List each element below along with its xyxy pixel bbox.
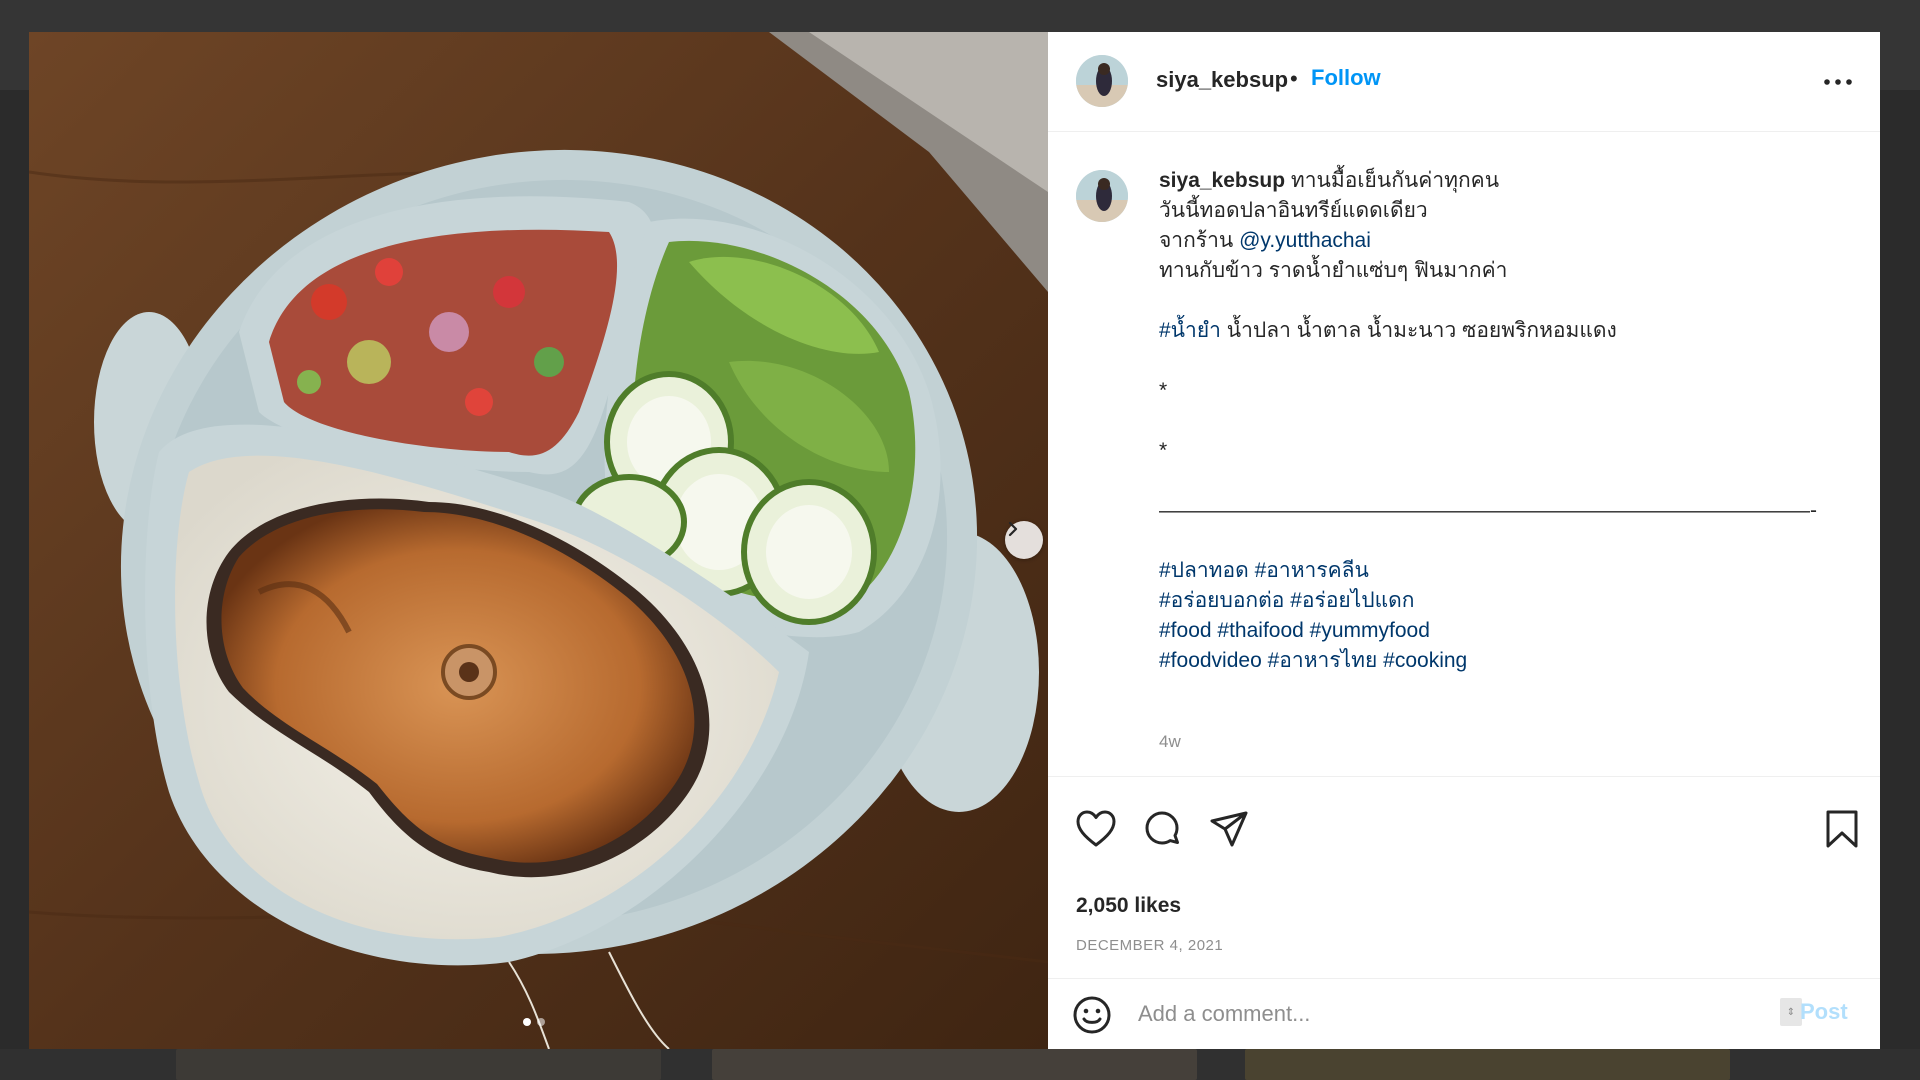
save-button[interactable] bbox=[1820, 807, 1864, 851]
post-details-panel: siya_kebsup • Follow siya_kebsup ทานมื้อ… bbox=[1048, 32, 1880, 1049]
caption-line: น้ำปลา น้ำตาล น้ำมะนาว ซอยพริกหอมแดง bbox=[1220, 319, 1617, 342]
share-button[interactable] bbox=[1207, 807, 1251, 851]
carousel-next-button[interactable] bbox=[1005, 521, 1043, 559]
post-modal: siya_kebsup • Follow siya_kebsup ทานมื้อ… bbox=[29, 32, 1880, 1049]
carousel-indicator bbox=[523, 1018, 545, 1026]
post-date: DECEMBER 4, 2021 bbox=[1076, 937, 1224, 954]
caption-divider: ———————————————————————————————- bbox=[1159, 499, 1817, 522]
header-separator: • bbox=[1290, 66, 1298, 91]
caption-scroll-area[interactable]: siya_kebsup ทานมื้อเย็นกันค่าทุกคน วันนี… bbox=[1048, 132, 1880, 775]
food-photo bbox=[29, 32, 1048, 1049]
emoji-smiley-icon bbox=[1073, 996, 1111, 1034]
caption-line: จากร้าน bbox=[1159, 229, 1240, 252]
caption-timestamp[interactable]: 4w bbox=[1159, 732, 1181, 752]
like-count[interactable]: 2,050 likes bbox=[1076, 894, 1181, 918]
caption-line: * bbox=[1159, 379, 1168, 402]
bookmark-icon bbox=[1826, 810, 1858, 848]
profile-photo bbox=[1076, 55, 1128, 107]
avatar[interactable] bbox=[1076, 170, 1128, 222]
avatar[interactable] bbox=[1076, 55, 1128, 107]
comment-button[interactable] bbox=[1140, 807, 1184, 851]
post-header: siya_kebsup • Follow bbox=[1048, 32, 1880, 132]
mention-link[interactable]: @y.yutthachai bbox=[1239, 229, 1371, 252]
hashtag-link[interactable]: #food bbox=[1159, 619, 1212, 642]
post-comment-button[interactable]: Post bbox=[1800, 999, 1848, 1025]
hashtag-link[interactable]: #thaifood bbox=[1217, 619, 1303, 642]
background-thumbnail bbox=[712, 1049, 1197, 1080]
hashtag-link[interactable]: #น้ำยำ bbox=[1159, 319, 1221, 342]
chevron-right-icon bbox=[1008, 521, 1018, 537]
background-thumbnail bbox=[1245, 1049, 1730, 1080]
comment-icon bbox=[1145, 811, 1179, 845]
background-thumbnail bbox=[176, 1049, 661, 1080]
hashtag-link[interactable]: #cooking bbox=[1383, 649, 1467, 672]
post-author-username[interactable]: siya_kebsup bbox=[1156, 67, 1288, 93]
hashtag-link[interactable]: #yummyfood bbox=[1310, 619, 1430, 642]
emoji-button[interactable] bbox=[1072, 995, 1112, 1035]
carousel-dot-active bbox=[523, 1018, 531, 1026]
like-button[interactable] bbox=[1074, 807, 1118, 851]
hashtag-link[interactable]: #ปลาทอด bbox=[1159, 559, 1249, 582]
profile-photo bbox=[1076, 170, 1128, 222]
caption-line: * bbox=[1159, 439, 1168, 462]
hashtag-link[interactable]: #foodvideo bbox=[1159, 649, 1262, 672]
comment-input[interactable] bbox=[1138, 997, 1738, 1031]
heart-icon bbox=[1076, 810, 1116, 847]
post-actions-section: 2,050 likes DECEMBER 4, 2021 bbox=[1048, 776, 1880, 979]
hashtag-link[interactable]: #อร่อยไปแดก bbox=[1290, 589, 1414, 612]
more-horizontal-icon bbox=[1824, 79, 1852, 85]
caption-line: วันนี้ทอดปลาอินทรีย์แดดเดียว bbox=[1159, 199, 1428, 222]
caption-username[interactable]: siya_kebsup bbox=[1159, 169, 1285, 192]
caption-line: ทานมื้อเย็นกันค่าทุกคน bbox=[1285, 169, 1500, 192]
hashtag-link[interactable]: #อาหารไทย bbox=[1268, 649, 1378, 672]
caption-line: ทานกับข้าว ราดน้ำยำแซ่บๆ ฟินมากค่า bbox=[1159, 259, 1508, 282]
comment-composer: ⇕ Post bbox=[1048, 978, 1880, 1049]
carousel-dot bbox=[537, 1018, 545, 1026]
hashtag-link[interactable]: #อาหารคลีน bbox=[1255, 559, 1369, 582]
paper-plane-icon bbox=[1210, 811, 1248, 847]
hashtag-link[interactable]: #อร่อยบอกต่อ bbox=[1159, 589, 1284, 612]
follow-button[interactable]: Follow bbox=[1311, 65, 1381, 91]
more-options-button[interactable] bbox=[1818, 68, 1858, 96]
scroll-grip-icon: ⇕ bbox=[1780, 998, 1802, 1026]
caption-text: siya_kebsup ทานมื้อเย็นกันค่าทุกคน วันนี… bbox=[1159, 166, 1849, 676]
post-media[interactable] bbox=[29, 32, 1048, 1049]
